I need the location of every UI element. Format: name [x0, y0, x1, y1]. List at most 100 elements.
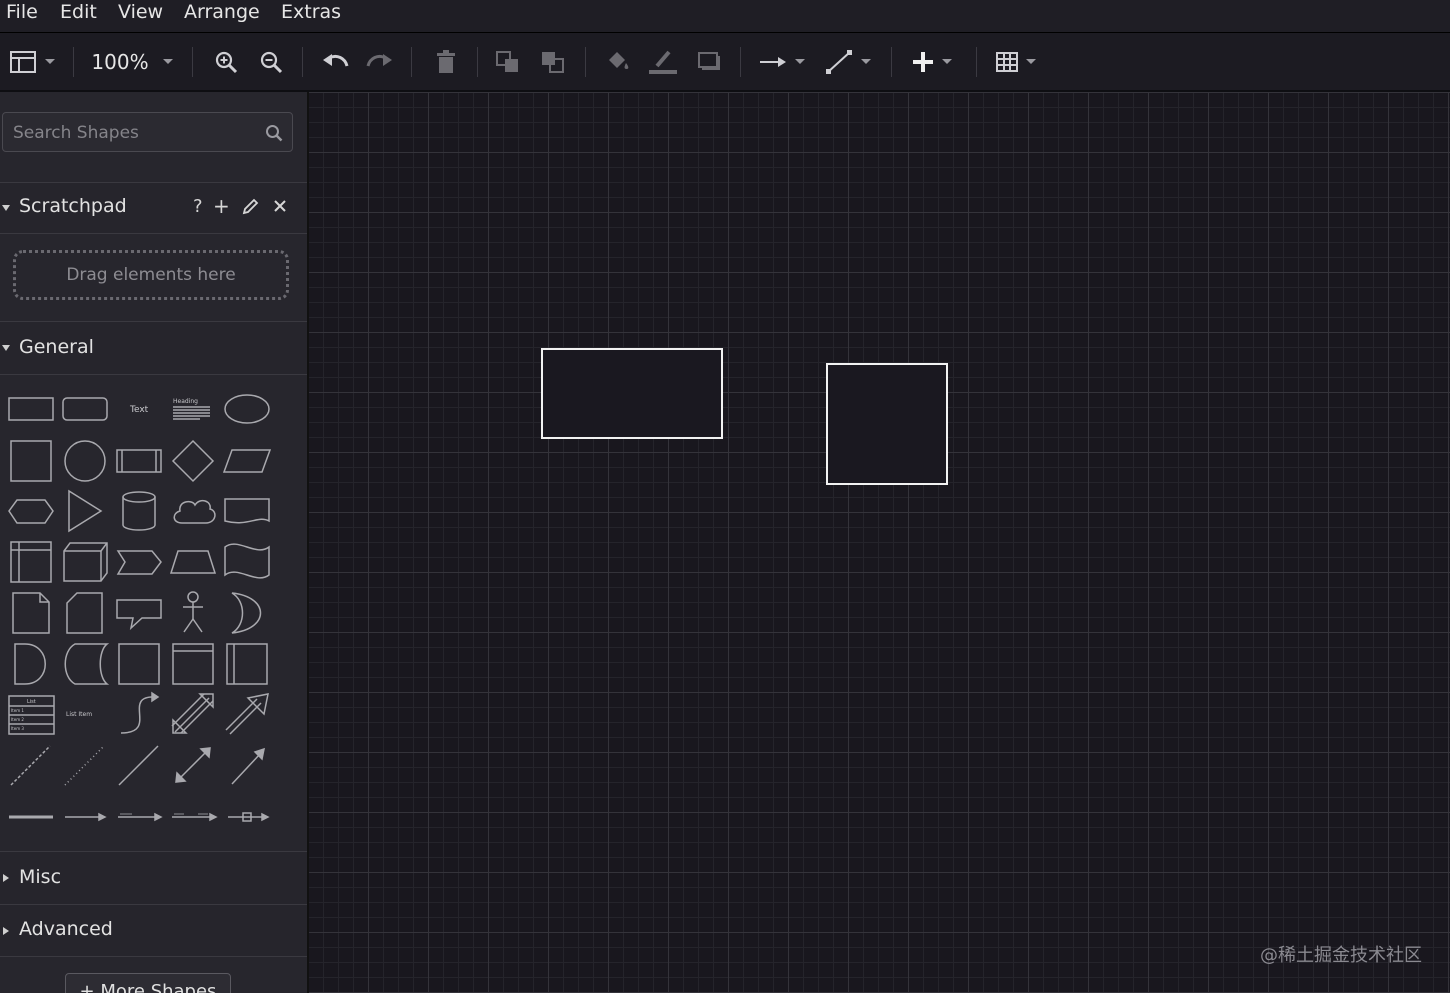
- menu-edit[interactable]: Edit: [60, 0, 97, 26]
- menu-arrange[interactable]: Arrange: [184, 0, 260, 26]
- rectangle-shape[interactable]: [8, 397, 54, 421]
- to-back-icon: [542, 51, 564, 73]
- arrow-shape[interactable]: [225, 693, 269, 735]
- to-front-button[interactable]: [492, 33, 524, 90]
- data-storage-shape[interactable]: [64, 643, 110, 685]
- hexagon-shape[interactable]: [8, 499, 54, 524]
- delete-button[interactable]: [430, 33, 462, 90]
- search-box: [2, 112, 293, 153]
- advanced-title: Advanced: [19, 918, 113, 940]
- cube-shape[interactable]: [63, 542, 108, 582]
- rectangle-node[interactable]: [541, 348, 723, 439]
- list-shape-item-1: Item 1: [11, 708, 24, 713]
- bidirectional-arrow-shape[interactable]: [171, 693, 214, 734]
- triangle-shape[interactable]: [68, 489, 103, 533]
- misc-header[interactable]: Misc: [0, 851, 307, 905]
- search-shapes-input[interactable]: [11, 113, 255, 153]
- heading-shape[interactable]: [173, 406, 210, 420]
- bidirectional-connector-shape[interactable]: [175, 747, 211, 783]
- zoom-in-button[interactable]: [210, 33, 242, 90]
- shapes-sidebar: Scratchpad ? + Drag elements here Genera…: [0, 92, 309, 993]
- connection-style-dropdown[interactable]: [756, 33, 808, 90]
- zoom-level: 100%: [91, 49, 149, 74]
- insert-dropdown[interactable]: [906, 33, 958, 90]
- scratchpad-drop-zone[interactable]: Drag elements here: [13, 250, 289, 300]
- insert-plus-icon: [913, 51, 933, 72]
- line-shape[interactable]: [118, 745, 159, 786]
- connector-shape[interactable]: [65, 812, 107, 822]
- misc-title: Misc: [19, 866, 62, 888]
- toolbar-divider: [302, 47, 303, 77]
- heading-shape-label: Heading: [173, 398, 198, 405]
- ellipse-shape[interactable]: [224, 394, 270, 424]
- toolbar-divider: [740, 47, 741, 77]
- card-shape[interactable]: [66, 592, 103, 634]
- shadow-icon: [698, 51, 720, 70]
- menu-view[interactable]: View: [118, 0, 163, 26]
- undo-icon: [323, 53, 349, 66]
- list-shape-item-3: Item 3: [11, 726, 24, 731]
- cylinder-shape[interactable]: [122, 491, 156, 531]
- toolbar-divider: [192, 47, 193, 77]
- advanced-header[interactable]: Advanced: [0, 904, 307, 957]
- line-color-icon: [649, 50, 677, 74]
- connector-with-symbol-shape[interactable]: [228, 812, 270, 822]
- diagram-canvas[interactable]: @稀土掘金技术社区: [309, 92, 1450, 993]
- step-shape[interactable]: [116, 550, 162, 575]
- swimlane-shape[interactable]: [172, 643, 214, 685]
- or-shape[interactable]: [231, 592, 262, 634]
- waypoints-dropdown[interactable]: [822, 33, 874, 90]
- scratchpad-add-button[interactable]: +: [213, 194, 230, 218]
- square-shape[interactable]: [10, 440, 52, 482]
- directional-connector-shape[interactable]: [231, 747, 265, 785]
- search-icon[interactable]: [265, 124, 283, 142]
- menu-file[interactable]: File: [6, 0, 38, 26]
- shadow-button[interactable]: [693, 33, 727, 90]
- and-shape[interactable]: [14, 643, 46, 685]
- vertical-container-shape[interactable]: [226, 643, 268, 685]
- table-dropdown[interactable]: [990, 33, 1042, 90]
- zoom-dropdown[interactable]: 100%: [86, 33, 178, 90]
- list-item-shape[interactable]: List Item: [66, 711, 92, 718]
- curve-shape[interactable]: [120, 691, 160, 734]
- general-header[interactable]: General: [0, 321, 307, 375]
- list-shape-item-2: Item 2: [11, 717, 24, 722]
- chevron-down-icon: [1026, 59, 1036, 64]
- connector-with-label-shape[interactable]: [118, 812, 163, 822]
- parallelogram-shape[interactable]: [222, 449, 272, 473]
- actor-shape[interactable]: [183, 591, 203, 633]
- callout-shape[interactable]: [116, 599, 162, 631]
- more-shapes-button[interactable]: + More Shapes: [65, 973, 231, 993]
- container-shape[interactable]: [118, 643, 160, 685]
- dotted-line-shape[interactable]: [64, 745, 105, 786]
- note-shape[interactable]: [12, 592, 50, 634]
- line-color-button[interactable]: [646, 33, 680, 90]
- diamond-shape[interactable]: [171, 439, 215, 483]
- square-node[interactable]: [826, 363, 948, 485]
- close-icon[interactable]: [273, 199, 287, 213]
- fill-color-button[interactable]: [601, 33, 635, 90]
- cloud-shape[interactable]: [173, 499, 216, 524]
- toolbar-divider: [585, 47, 586, 77]
- tape-shape[interactable]: [224, 543, 270, 579]
- dashed-line-shape[interactable]: [10, 745, 51, 786]
- edit-pencil-icon[interactable]: [242, 198, 259, 215]
- to-front-icon: [496, 50, 518, 72]
- scratchpad-help-button[interactable]: ?: [193, 196, 203, 217]
- circle-shape[interactable]: [64, 440, 106, 482]
- zoom-out-button[interactable]: [255, 33, 287, 90]
- zoom-in-icon: [215, 51, 238, 73]
- connector-with-2-labels-shape[interactable]: [172, 812, 218, 822]
- rounded-rectangle-shape[interactable]: [62, 397, 108, 421]
- redo-button[interactable]: [363, 33, 397, 90]
- trapezoid-shape[interactable]: [169, 550, 217, 574]
- scratchpad-header[interactable]: Scratchpad: [0, 182, 307, 234]
- undo-button[interactable]: [318, 33, 352, 90]
- menu-extras[interactable]: Extras: [281, 0, 341, 26]
- internal-storage-shape[interactable]: [10, 541, 52, 583]
- document-shape[interactable]: [224, 498, 270, 524]
- process-shape[interactable]: [116, 449, 162, 473]
- format-panel-button[interactable]: [4, 33, 60, 90]
- text-shape[interactable]: Text: [129, 405, 149, 415]
- to-back-button[interactable]: [537, 33, 569, 90]
